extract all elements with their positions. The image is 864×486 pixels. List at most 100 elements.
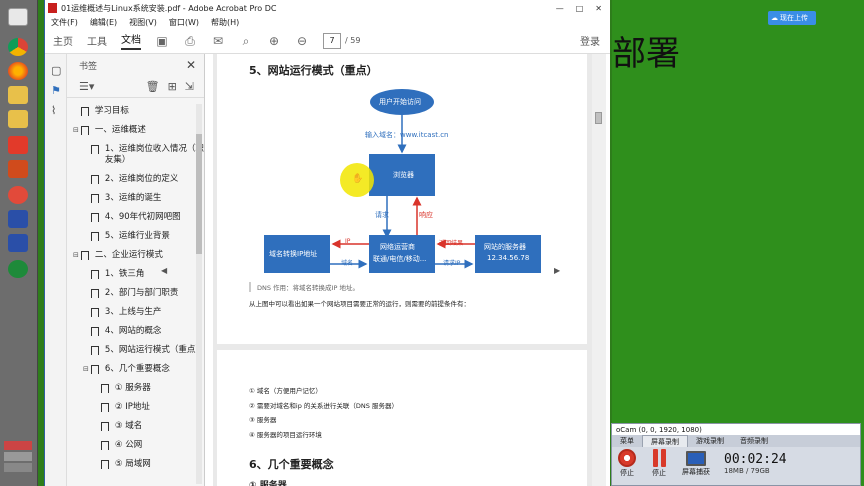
email-icon[interactable]: ✉ bbox=[211, 34, 225, 48]
login-link[interactable]: 登录 bbox=[580, 33, 610, 48]
bookmark-label: 3、运维的诞生 bbox=[104, 193, 162, 203]
bookmark-label: ② IP地址 bbox=[114, 402, 150, 412]
page-total: / 59 bbox=[345, 36, 361, 45]
save-icon[interactable]: ▣ bbox=[155, 34, 169, 48]
bookmarks-panel: 书签 ✕ ☰▾ 🗑 ⊞ ⇲ 学习目标 ⊟ 一、运维概述 1、运维岗位收入情况（职友集）… bbox=[67, 54, 205, 486]
bookmark-item[interactable]: 1、运维岗位收入情况（职友集） bbox=[67, 140, 204, 170]
menu-bar: 文件(F) 编辑(E) 视图(V) 窗口(W) 帮助(H) bbox=[45, 16, 610, 28]
search-icon[interactable]: ⌕ bbox=[239, 34, 253, 48]
section-heading-2: 6、几个重要概念 bbox=[249, 458, 334, 471]
vmware-icon[interactable] bbox=[8, 234, 28, 252]
acrobat-icon[interactable] bbox=[8, 136, 28, 154]
expand-toggle-icon[interactable]: ⊟ bbox=[81, 364, 91, 375]
bookmark-item[interactable]: ⊟ 一、运维概述 bbox=[67, 121, 204, 140]
cloud-icon: ☁ bbox=[771, 14, 778, 22]
expand-toggle-icon[interactable]: ⊟ bbox=[71, 125, 81, 136]
title-bar: 01运维概述与Linux系统安装.pdf - Adobe Acrobat Pro… bbox=[45, 0, 610, 16]
bookmark-item[interactable]: 2、部门与部门职责 bbox=[67, 284, 204, 303]
input-domain-label: 输入域名：www.itcast.cn bbox=[365, 131, 449, 139]
options-icon[interactable]: ☰▾ bbox=[79, 80, 94, 93]
expand-toggle-icon[interactable]: ⊟ bbox=[71, 250, 81, 261]
bookmark-item[interactable]: 4、网站的概念 bbox=[67, 322, 204, 341]
isp-label-1: 网络运营商 bbox=[380, 243, 415, 251]
stop-button[interactable]: 停止 bbox=[618, 449, 636, 478]
pause-button[interactable]: 停止 bbox=[650, 449, 668, 478]
collapse-right-icon[interactable]: ▶ bbox=[554, 266, 560, 275]
upload-button[interactable]: ☁ 现在上传 bbox=[768, 11, 816, 25]
bookmark-item[interactable]: ⑤ 局域网 bbox=[67, 455, 204, 474]
xmind-icon[interactable] bbox=[8, 186, 28, 204]
bookmark-item[interactable]: ④ 公网 bbox=[67, 436, 204, 455]
page-down-icon[interactable]: ⊖ bbox=[295, 34, 309, 48]
bookmark-label: 4、网站的概念 bbox=[104, 326, 162, 336]
page-up-icon[interactable]: ⊕ bbox=[267, 34, 281, 48]
document-scrollbar[interactable] bbox=[592, 54, 606, 486]
capture-button[interactable]: 屏幕捕获 bbox=[682, 450, 710, 477]
bookmark-icon bbox=[90, 194, 99, 203]
bookmark-item[interactable]: 3、运维的诞生 bbox=[67, 189, 204, 208]
return-arrow-label: 返回结果 bbox=[439, 240, 464, 247]
request-label: 请求 bbox=[375, 211, 389, 219]
bookmark-item[interactable]: 3、上线与生产 bbox=[67, 303, 204, 322]
page-number-input[interactable]: 7 bbox=[323, 32, 341, 49]
bookmark-item[interactable]: 4、90年代初网吧图 bbox=[67, 208, 204, 227]
bookmark-icon[interactable]: ⚑ bbox=[51, 84, 62, 97]
bookmark-item[interactable]: ③ 域名 bbox=[67, 417, 204, 436]
collapse-left-icon[interactable]: ◀ bbox=[161, 266, 167, 275]
bookmark-icon bbox=[90, 308, 99, 317]
ocam-tab-game[interactable]: 游戏录制 bbox=[688, 435, 732, 447]
bookmark-label: 二、企业运行模式 bbox=[94, 250, 163, 260]
bookmark-label: ④ 公网 bbox=[114, 440, 143, 450]
vmware-icon[interactable] bbox=[8, 210, 28, 228]
monitor-icon bbox=[686, 450, 706, 466]
pages-icon[interactable]: ▢ bbox=[51, 64, 62, 77]
ocam-tab-menu[interactable]: 菜单 bbox=[612, 435, 642, 447]
folder-icon[interactable] bbox=[8, 110, 28, 128]
close-icon[interactable]: ✕ bbox=[186, 58, 196, 72]
bookmark-item[interactable]: ② IP地址 bbox=[67, 398, 204, 417]
close-button[interactable]: ✕ bbox=[595, 4, 602, 13]
expand-icon[interactable]: ⇲ bbox=[185, 80, 194, 93]
bookmark-item[interactable]: 2、运维岗位的定义 bbox=[67, 170, 204, 189]
bookmark-item[interactable]: ⊟ 二、企业运行模式 bbox=[67, 246, 204, 265]
tab-home[interactable]: 主页 bbox=[53, 33, 73, 48]
upload-label: 现在上传 bbox=[780, 14, 808, 22]
bookmark-item[interactable]: 1、铁三角 bbox=[67, 265, 204, 284]
ocam-tab-audio[interactable]: 音频录制 bbox=[732, 435, 776, 447]
delete-icon[interactable]: 🗑 bbox=[146, 80, 160, 93]
bookmark-label: 一、运维概述 bbox=[94, 125, 146, 135]
menu-window[interactable]: 窗口(W) bbox=[169, 17, 199, 28]
tab-tools[interactable]: 工具 bbox=[87, 33, 107, 48]
bookmark-item[interactable]: 学习目标 bbox=[67, 102, 204, 121]
bookmark-item[interactable]: 5、运维行业背景 bbox=[67, 227, 204, 246]
chrome-icon[interactable] bbox=[8, 38, 28, 56]
bookmarks-scrollbar[interactable] bbox=[196, 104, 202, 484]
new-bookmark-icon[interactable]: ⊞ bbox=[168, 80, 177, 93]
bookmark-label: 学习目标 bbox=[94, 106, 129, 116]
bookmark-label: 1、运维岗位收入情况（职友集） bbox=[104, 144, 204, 165]
bookmark-label: 5、运维行业背景 bbox=[104, 231, 170, 241]
maximize-button[interactable]: □ bbox=[576, 4, 584, 13]
ocam-tab-screen[interactable]: 屏幕录制 bbox=[642, 435, 688, 447]
menu-view[interactable]: 视图(V) bbox=[129, 17, 157, 28]
minimize-button[interactable]: — bbox=[556, 4, 564, 13]
tab-document[interactable]: 文档 bbox=[121, 31, 141, 50]
attachment-icon[interactable]: ⌇ bbox=[51, 104, 62, 117]
powerpoint-icon[interactable] bbox=[8, 160, 28, 178]
print-icon[interactable]: ⎙ bbox=[183, 34, 197, 48]
menu-file[interactable]: 文件(F) bbox=[51, 17, 78, 28]
folder-icon[interactable] bbox=[8, 86, 28, 104]
server-label-1: 网站的服务器 bbox=[484, 243, 526, 251]
menu-edit[interactable]: 编辑(E) bbox=[90, 17, 117, 28]
bookmark-item[interactable]: 5、网站运行模式（重点） bbox=[67, 341, 204, 360]
start-label: 用户开始访问 bbox=[379, 98, 421, 106]
bookmark-item[interactable]: ① 服务器 bbox=[67, 379, 204, 398]
notepad-icon[interactable] bbox=[8, 8, 28, 26]
pdf-icon bbox=[48, 3, 57, 13]
desktop-text: 部署 bbox=[612, 34, 680, 74]
bookmark-item[interactable]: ⊟ 6、几个重要概念 bbox=[67, 360, 204, 379]
firefox-icon[interactable] bbox=[8, 62, 28, 80]
menu-help[interactable]: 帮助(H) bbox=[211, 17, 239, 28]
bookmark-label: 3、上线与生产 bbox=[104, 307, 162, 317]
app-icon[interactable] bbox=[8, 260, 28, 278]
